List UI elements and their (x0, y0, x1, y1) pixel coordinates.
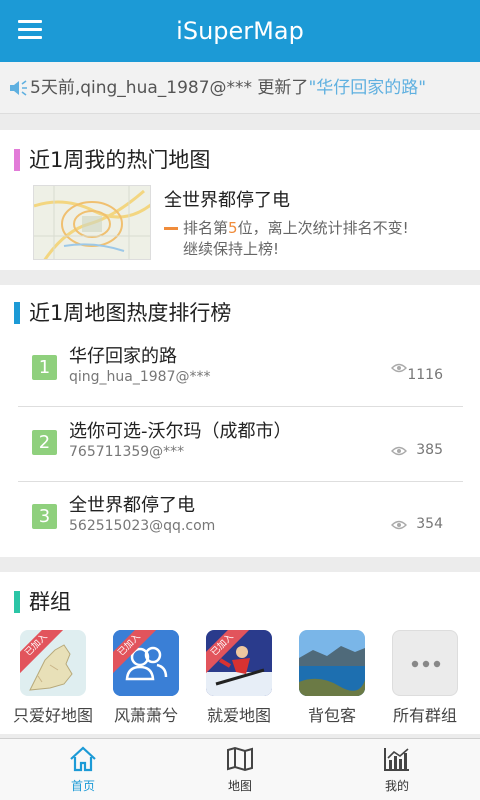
ranking-row-1[interactable]: 1 华仔回家的路 qing_hua_1987@*** 1116 (18, 333, 463, 407)
ranking-user: 562515023@qq.com (69, 518, 216, 534)
ranking-map-name: 选你可选-沃尔玛（成都市） (69, 421, 292, 442)
group-item-map-lovers[interactable]: 已加入 只爱好地图 (10, 630, 96, 726)
section-title: 群组 (29, 590, 71, 614)
ranking-card: 近1周地图热度排行榜 1 华仔回家的路 qing_hua_1987@*** 11… (0, 285, 480, 557)
section-bar (14, 591, 20, 613)
map-book-icon (227, 746, 253, 772)
group-label: 风萧萧兮 (113, 706, 178, 725)
bottom-tab-bar: 首页 地图 我的 (0, 738, 480, 800)
hot-map-title[interactable]: 全世界都停了电 (164, 186, 290, 212)
tab-label: 首页 (70, 779, 95, 793)
tab-home[interactable]: 首页 (33, 739, 133, 800)
dash-icon (164, 227, 178, 230)
section-title: 近1周我的热门地图 (29, 148, 211, 172)
menu-icon[interactable] (18, 20, 42, 42)
lake-photo-icon (299, 630, 365, 696)
app-title: iSuperMap (176, 17, 304, 45)
rank-number: 5 (228, 219, 238, 237)
tab-label: 我的 (384, 779, 409, 793)
news-text: 5天前,qing_hua_1987@*** 更新了"华仔回家的路" (30, 62, 426, 114)
group-label: 只爱好地图 (12, 706, 93, 725)
group-label: 就爱地图 (206, 706, 271, 725)
section-bar (14, 149, 20, 171)
rank-status: 排名第5位，离上次统计排名不变! (164, 218, 409, 239)
group-item-all-groups[interactable]: 所有群组 (382, 630, 468, 726)
view-count: 385 (416, 442, 443, 458)
ranking-row-3[interactable]: 3 全世界都停了电 562515023@qq.com 354 (18, 482, 463, 556)
ranking-map-name: 华仔回家的路 (69, 346, 177, 367)
news-map-link[interactable]: "华仔回家的路" (308, 78, 426, 98)
map-icon: 已加入 (20, 630, 86, 696)
ranking-user: qing_hua_1987@*** (69, 369, 211, 385)
group-label: 所有群组 (392, 706, 457, 725)
rank-badge: 1 (32, 355, 57, 380)
chart-icon (384, 748, 409, 771)
ranking-map-name: 全世界都停了电 (69, 495, 195, 516)
section-bar (14, 302, 20, 324)
speaker-icon (10, 80, 27, 96)
more-icon (392, 630, 458, 696)
group-label: 背包客 (307, 706, 356, 725)
eye-icon (391, 446, 407, 456)
news-prefix: 5天前,qing_hua_1987@*** 更新了 (30, 78, 309, 98)
group-item-love-map[interactable]: 已加入 就爱地图 (196, 630, 282, 726)
tab-map[interactable]: 地图 (190, 739, 290, 800)
tab-mine[interactable]: 我的 (347, 739, 447, 800)
skier-icon: 已加入 (206, 630, 272, 696)
map-thumbnail[interactable] (33, 185, 151, 260)
top-app-bar: iSuperMap (0, 0, 480, 62)
ranking-row-2[interactable]: 2 选你可选-沃尔玛（成都市） 765711359@*** 385 (18, 408, 463, 482)
group-item-backpacker[interactable]: 背包客 (289, 630, 375, 726)
rank-badge: 3 (32, 504, 57, 529)
people-icon: 已加入 (113, 630, 179, 696)
home-icon (70, 746, 96, 772)
view-count: 1116 (407, 367, 443, 383)
rank-status-line2: 继续保持上榜! (183, 240, 280, 258)
view-count: 354 (416, 516, 443, 532)
tab-label: 地图 (227, 779, 252, 793)
group-item-fengxiao[interactable]: 已加入 风萧萧兮 (103, 630, 189, 726)
eye-icon (391, 520, 407, 530)
ranking-user: 765711359@*** (69, 444, 185, 460)
section-title: 近1周地图热度排行榜 (29, 301, 232, 325)
news-ticker[interactable]: 5天前,qing_hua_1987@*** 更新了"华仔回家的路" (0, 62, 480, 114)
eye-icon (391, 363, 407, 373)
my-hot-map-card: 近1周我的热门地图 全世界都停了电 排名第5位，离上次统计排名不变! 继续保持上… (0, 130, 480, 270)
rank-badge: 2 (32, 430, 57, 455)
